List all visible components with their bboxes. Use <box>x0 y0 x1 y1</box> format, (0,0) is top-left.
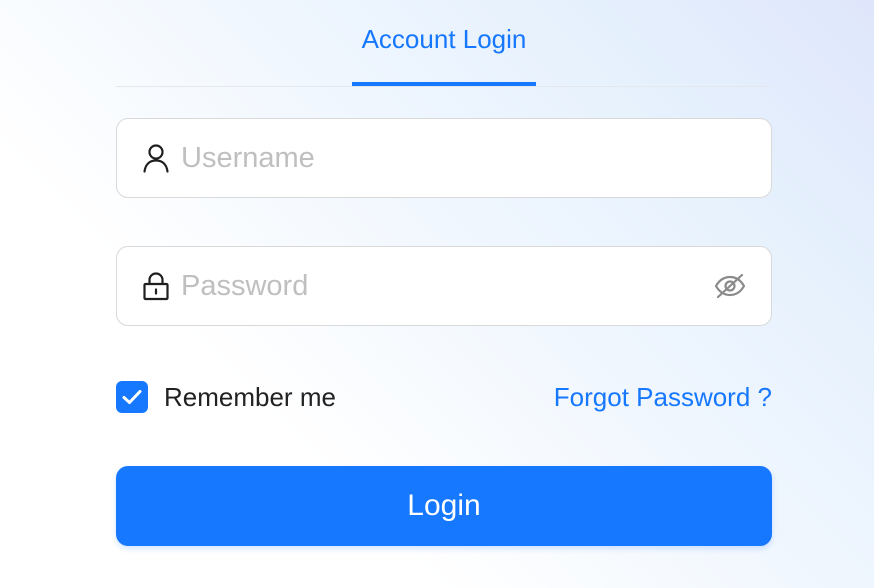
eye-off-icon[interactable] <box>713 269 747 303</box>
username-field[interactable] <box>116 118 772 198</box>
checkbox-checked-icon[interactable] <box>116 381 148 413</box>
remember-me-checkbox[interactable]: Remember me <box>116 380 336 414</box>
forgot-password-link[interactable]: Forgot Password ? <box>554 380 772 414</box>
password-field[interactable] <box>116 246 772 326</box>
login-button[interactable]: Login <box>116 466 772 546</box>
username-input[interactable] <box>181 138 747 178</box>
password-input[interactable] <box>181 266 713 306</box>
lock-icon <box>141 271 171 301</box>
remember-me-label: Remember me <box>164 381 336 412</box>
user-icon <box>141 143 171 173</box>
tab-account-login[interactable]: Account Login <box>352 0 536 86</box>
login-tabs: Account Login <box>116 0 772 87</box>
